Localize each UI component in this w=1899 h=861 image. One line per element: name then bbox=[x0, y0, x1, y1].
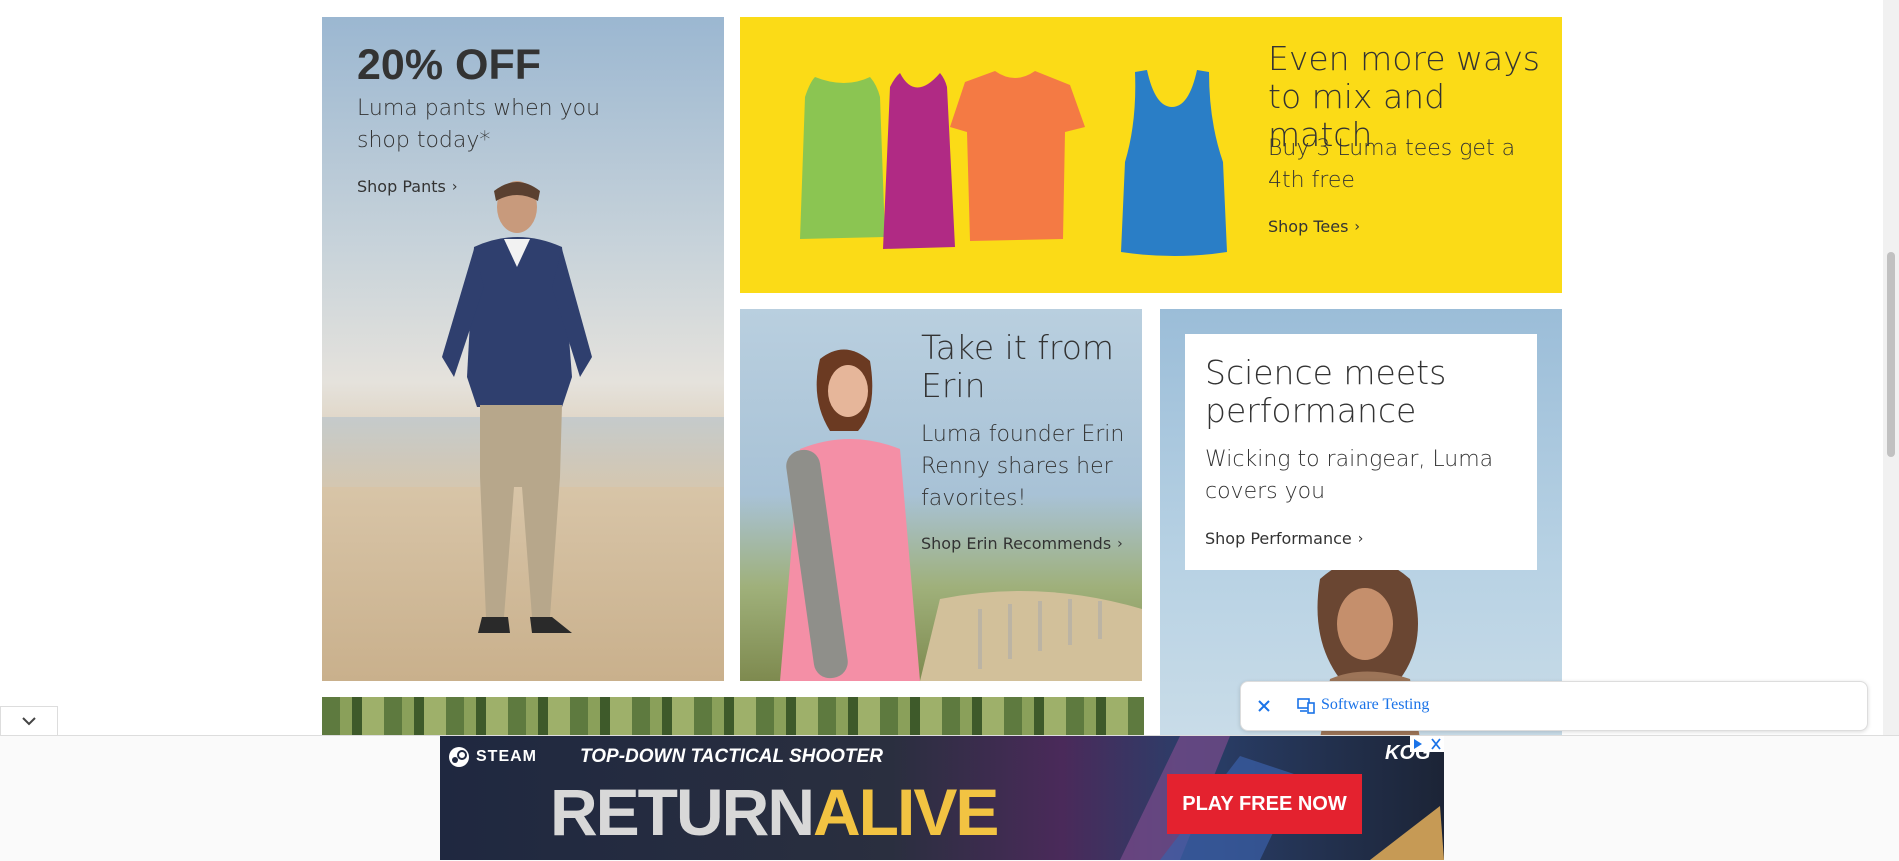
ad-banner[interactable]: STEAM TOP-DOWN TACTICAL SHOOTER RETURNAL… bbox=[440, 736, 1444, 860]
pants-body: Luma pants when you shop today* bbox=[357, 96, 601, 153]
ad-choices-icon[interactable] bbox=[1410, 736, 1444, 752]
close-icon[interactable] bbox=[1257, 699, 1271, 713]
promo-tile-tees[interactable]: Even more ways to mix and match Buy 3 Lu… bbox=[740, 17, 1562, 293]
promo-tile-performance[interactable]: Science meets performance Wicking to rai… bbox=[1160, 309, 1562, 739]
shop-erin-link[interactable]: Shop Erin Recommends › bbox=[921, 534, 1123, 553]
ad-title-right: ALIVE bbox=[813, 775, 999, 849]
model-erin-image bbox=[780, 349, 920, 681]
performance-text-box: Science meets performance Wicking to rai… bbox=[1185, 334, 1537, 570]
ad-tagline: TOP-DOWN TACTICAL SHOOTER bbox=[580, 746, 883, 767]
promo-tile-pants[interactable]: 20% OFF Luma pants when you shop today* … bbox=[322, 17, 724, 681]
chip-label[interactable]: Software Testing bbox=[1321, 696, 1429, 714]
performance-body: Wicking to raingear, Luma covers you bbox=[1205, 447, 1494, 504]
play-free-now-button[interactable]: PLAY FREE NOW bbox=[1167, 774, 1362, 834]
chevron-right-icon: › bbox=[1354, 219, 1361, 235]
steam-brand: STEAM bbox=[448, 746, 537, 768]
search-chip-toast[interactable]: Software Testing bbox=[1240, 681, 1868, 731]
shop-performance-label: Shop Performance bbox=[1205, 529, 1352, 548]
promo-tile-erin[interactable]: Take it from Erin Luma founder Erin Renn… bbox=[740, 309, 1142, 681]
devices-icon bbox=[1297, 698, 1315, 714]
page-scrollbar-thumb[interactable] bbox=[1887, 252, 1895, 457]
shop-pants-label: Shop Pants bbox=[357, 177, 446, 196]
tees-body: Buy 3 Luma tees get a 4th free bbox=[1268, 136, 1516, 193]
pants-headline: 20% OFF bbox=[357, 41, 541, 89]
erin-headline: Take it from Erin bbox=[921, 328, 1115, 405]
collapse-ad-button[interactable] bbox=[0, 706, 58, 737]
chevron-right-icon: › bbox=[1117, 536, 1123, 552]
steam-logo-icon bbox=[449, 747, 469, 767]
chevron-right-icon: › bbox=[451, 179, 458, 195]
performance-headline: Science meets performance bbox=[1205, 353, 1447, 430]
chevron-down-icon bbox=[22, 717, 36, 726]
shop-tees-label: Shop Tees bbox=[1268, 217, 1349, 236]
erin-body: Luma founder Erin Renny shares her favor… bbox=[921, 422, 1125, 511]
shop-erin-label: Shop Erin Recommends bbox=[921, 534, 1112, 553]
ad-title: RETURNALIVE bbox=[550, 775, 999, 849]
shop-pants-link[interactable]: Shop Pants › bbox=[357, 177, 457, 196]
shop-tees-link[interactable]: Shop Tees › bbox=[1268, 217, 1360, 236]
chevron-right-icon: › bbox=[1357, 531, 1364, 547]
blue-tank-image bbox=[1121, 70, 1227, 256]
ad-brand-text: STEAM bbox=[476, 748, 537, 765]
ad-title-left: RETURN bbox=[550, 775, 815, 849]
model-man-image bbox=[442, 181, 592, 633]
shop-performance-link[interactable]: Shop Performance › bbox=[1205, 529, 1363, 548]
